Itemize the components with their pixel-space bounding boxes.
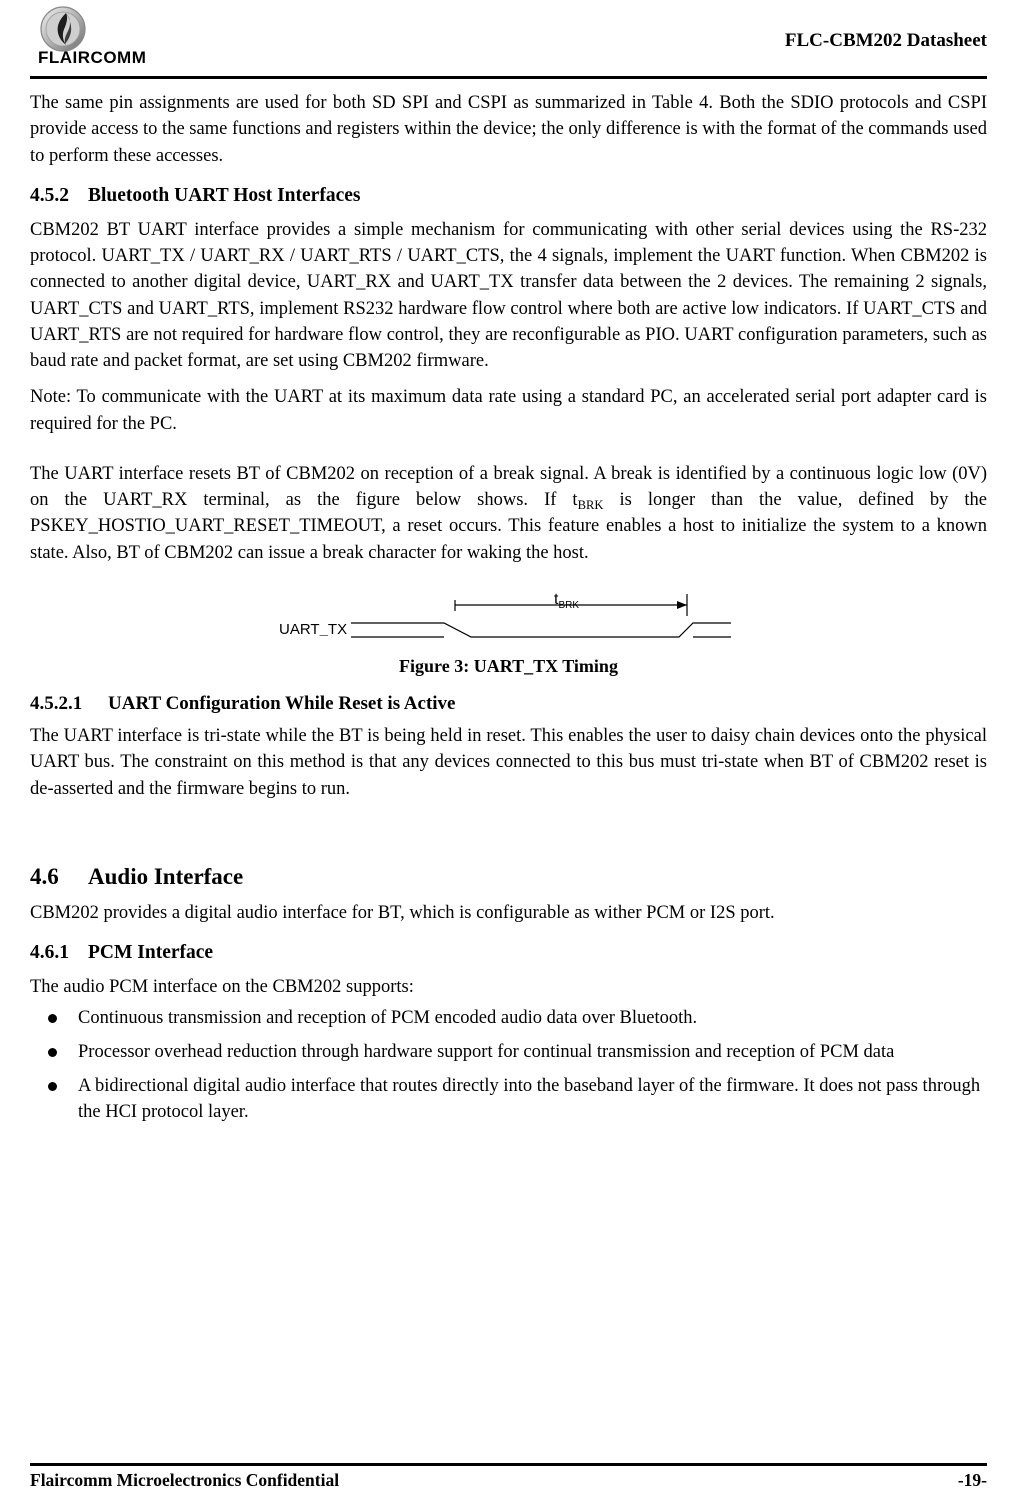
heading-4-6-title: Audio Interface: [88, 863, 244, 889]
section-4-6-paragraph: CBM202 provides a digital audio interfac…: [30, 902, 775, 923]
t-brk-label: tBRK: [554, 591, 579, 611]
bullet-dot-icon: [48, 1014, 57, 1024]
pcm-feature-list: Continuous transmission and reception of…: [30, 1006, 987, 1126]
uart-tx-timing-diagram: UART_TX tBRK: [279, 591, 731, 638]
list-item: A bidirectional digital audio interface …: [30, 1074, 987, 1126]
t-brk-subscript: BRK: [577, 498, 604, 513]
figure-3-caption: Figure 3: UART_TX Timing: [399, 655, 618, 676]
heading-4-5-2-1-title: UART Configuration While Reset is Active: [108, 692, 456, 714]
list-item-text: Continuous transmission and reception of…: [78, 1008, 698, 1029]
uart-tx-signal-label: UART_TX: [279, 621, 347, 638]
heading-4-5-2: 4.5.2 Bluetooth UART Host Interfaces: [30, 185, 987, 207]
section-4-6-1-paragraph: The audio PCM interface on the CBM202 su…: [30, 977, 414, 998]
bullet-dot-icon: [48, 1082, 57, 1092]
section-4-5-2-1-paragraph: The UART interface is tri-state while th…: [30, 725, 987, 799]
timing-arrow-head: [676, 600, 687, 609]
footer-divider: [30, 1463, 987, 1466]
list-item: Processor overhead reduction through har…: [30, 1040, 987, 1066]
company-logo: FLAIRCOMM: [30, 4, 190, 67]
list-item: Continuous transmission and reception of…: [30, 1006, 987, 1032]
page-content: The same pin assignments are used for bo…: [30, 78, 987, 1126]
figure-uart-tx-timing: UART_TX tBRK Figure 3: UART_TX Timing: [30, 590, 987, 677]
list-item-text: Processor overhead reduction through har…: [78, 1042, 895, 1063]
footer-page-number: -19-: [957, 1470, 987, 1490]
section-4-5-2-paragraph-3: The UART interface resets BT of CBM202 o…: [30, 461, 987, 566]
document-page: FLAIRCOMM FLC-CBM202 Datasheet The same …: [0, 0, 1017, 1505]
section-4-5-2-paragraph-1: CBM202 BT UART interface provides a simp…: [30, 219, 987, 372]
heading-4-6-1-number: 4.6.1: [30, 942, 69, 964]
section-4-5-2-note: Note: To communicate with the UART at it…: [30, 387, 987, 434]
header-document-title: FLC-CBM202 Datasheet: [784, 30, 987, 51]
heading-4-6-1-title: PCM Interface: [88, 942, 214, 964]
page-header: FLAIRCOMM FLC-CBM202 Datasheet: [30, 0, 987, 79]
heading-4-5-2-number: 4.5.2: [30, 184, 69, 206]
page-footer: Flaircomm Microelectronics Confidential …: [30, 1463, 987, 1491]
heading-4-5-2-title: Bluetooth UART Host Interfaces: [88, 184, 361, 206]
heading-4-6-1: 4.6.1 PCM Interface: [30, 942, 987, 964]
heading-4-6-number: 4.6: [30, 863, 59, 889]
heading-4-5-2-1: 4.5.2.1 UART Configuration While Reset is…: [30, 693, 987, 715]
logo-wordmark: FLAIRCOMM: [38, 48, 147, 67]
header-divider: [30, 76, 987, 79]
footer-confidential-text: Flaircomm Microelectronics Confidential: [30, 1470, 340, 1490]
uart-tx-waveform: [350, 622, 731, 638]
bullet-dot-icon: [48, 1048, 57, 1058]
heading-4-6: 4.6 Audio Interface: [30, 864, 987, 890]
list-item-text: A bidirectional digital audio interface …: [78, 1076, 981, 1122]
heading-4-5-2-1-number: 4.5.2.1: [30, 692, 83, 714]
intro-paragraph: The same pin assignments are used for bo…: [30, 93, 987, 166]
flaircomm-logo-icon: [40, 6, 86, 52]
